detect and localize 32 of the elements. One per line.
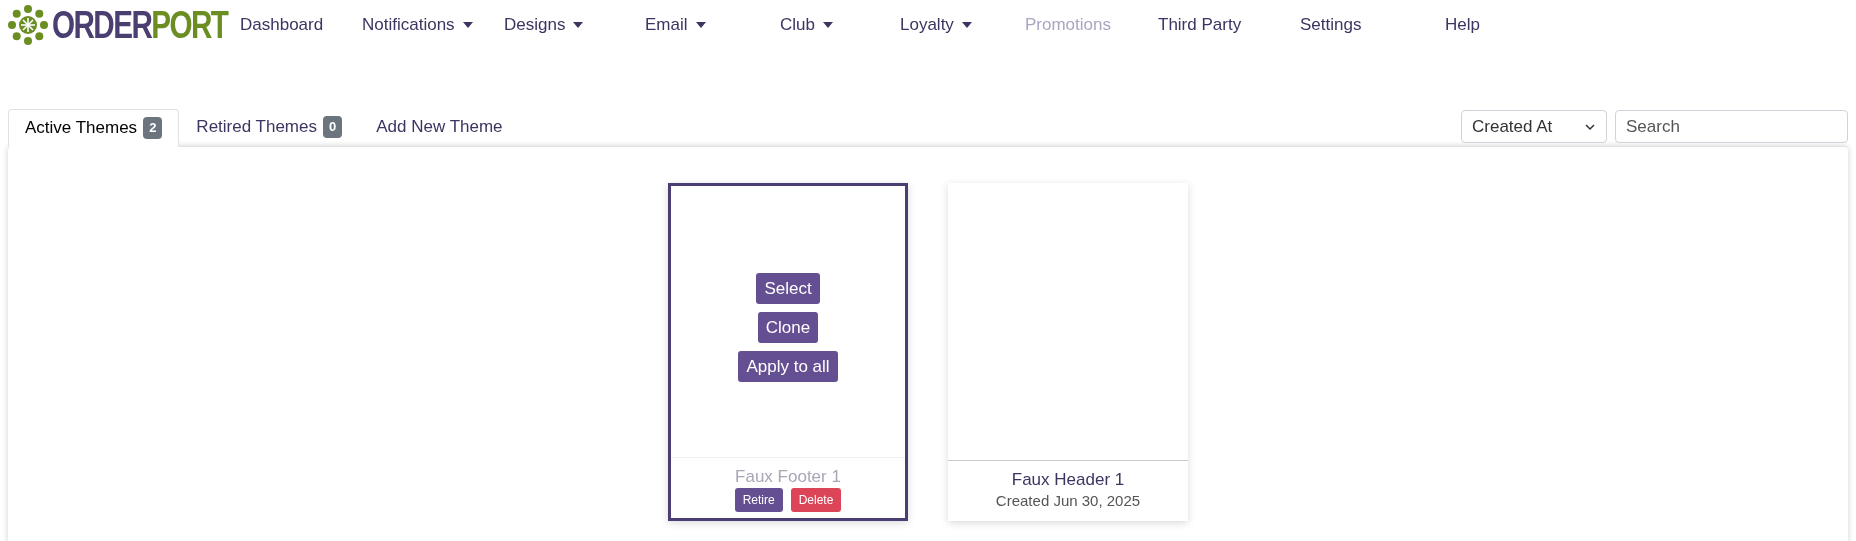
theme-action-button[interactable]: Select xyxy=(756,273,820,304)
nav-dropdown[interactable]: Email xyxy=(645,12,780,38)
logo-text: ORDERPORT xyxy=(52,6,228,44)
caret-down-icon xyxy=(822,22,833,28)
caret-down-icon xyxy=(462,22,473,28)
tab[interactable]: Add New Theme xyxy=(359,108,520,146)
delete-button[interactable]: Delete xyxy=(790,488,842,512)
chevron-down-icon xyxy=(1584,122,1596,131)
count-badge: 2 xyxy=(143,117,163,139)
retire-button[interactable]: Retire xyxy=(734,488,783,512)
count-badge: 0 xyxy=(323,116,343,138)
nav-dropdown[interactable]: Notifications xyxy=(362,12,504,38)
sort-dropdown[interactable]: Created At xyxy=(1461,110,1607,143)
search-field[interactable]: Search xyxy=(1615,110,1848,143)
nav-dropdown[interactable]: Loyalty xyxy=(900,12,1025,38)
created-date: Created Jun 30, 2025 xyxy=(995,491,1141,511)
caret-down-icon xyxy=(961,22,972,28)
caret-down-icon xyxy=(573,22,584,28)
tab[interactable]: Active Themes 2 xyxy=(8,109,180,147)
theme-action-button[interactable]: Apply to all xyxy=(738,351,838,382)
nav-link[interactable]: Help xyxy=(1445,12,1525,38)
nav-link[interactable]: Dashboard xyxy=(240,12,362,38)
theme-name: Faux Header 1 xyxy=(1011,469,1125,491)
tab[interactable]: Retired Themes 0 xyxy=(179,108,360,146)
nav-dropdown[interactable]: Club xyxy=(780,12,900,38)
caret-down-icon xyxy=(695,22,706,28)
nav-dropdown[interactable]: Designs xyxy=(504,12,645,38)
theme-action-button[interactable]: Clone xyxy=(757,312,819,343)
theme-name: Faux Footer 1 xyxy=(735,466,841,488)
nav-link[interactable]: Settings xyxy=(1300,12,1445,38)
flower-logo-icon xyxy=(8,5,48,45)
nav-link[interactable]: Third Party xyxy=(1158,12,1300,38)
